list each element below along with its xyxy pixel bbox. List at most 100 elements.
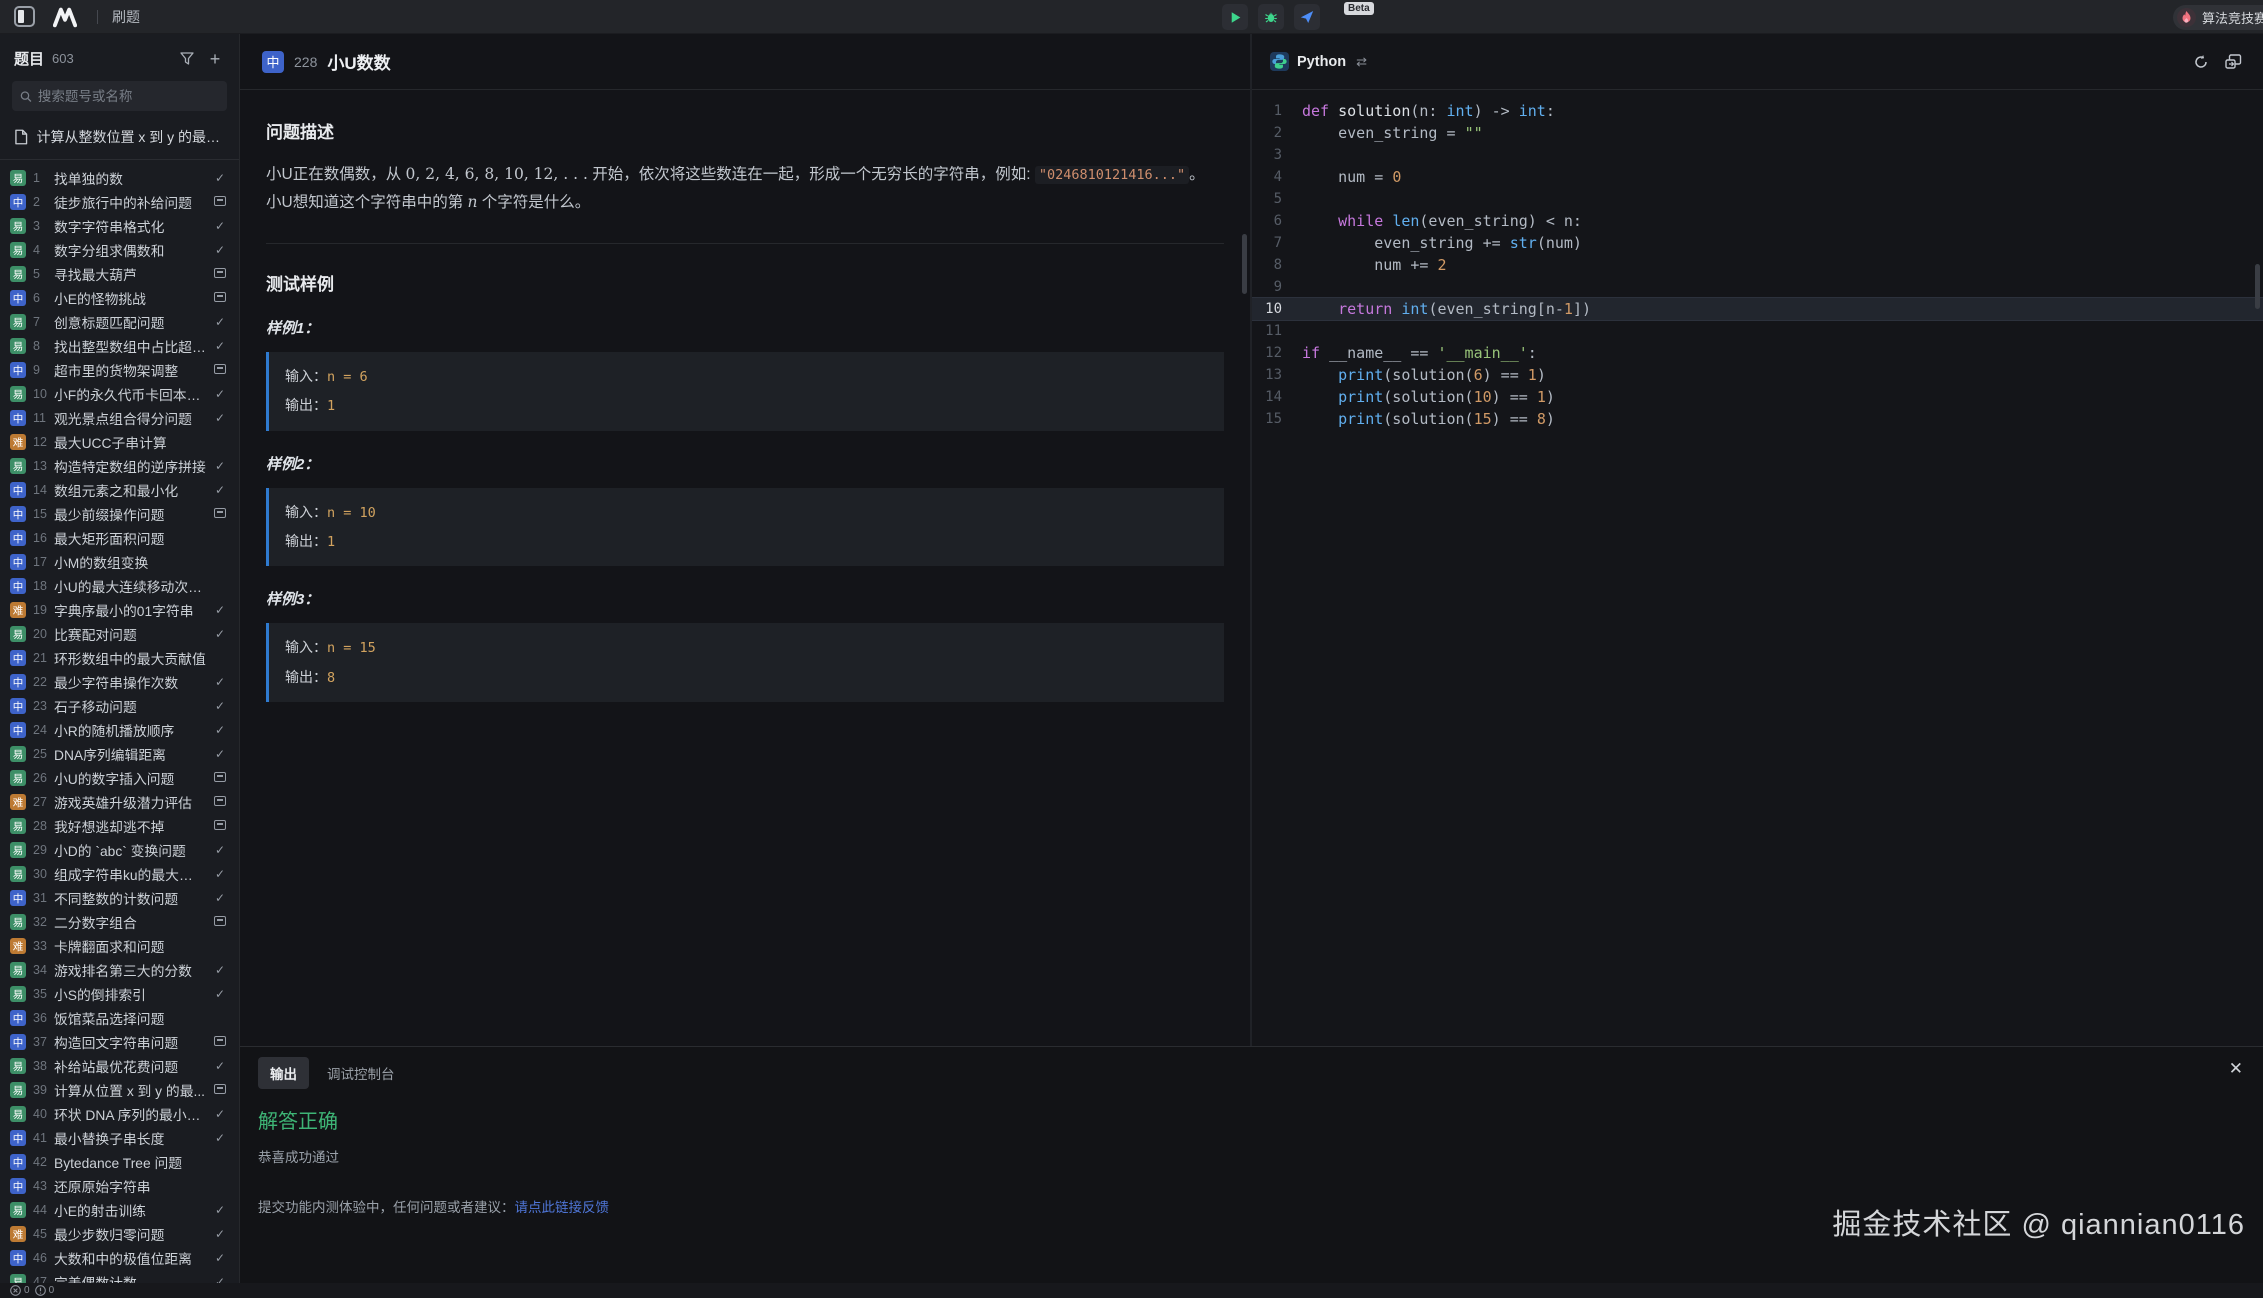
list-item[interactable]: 易38补给站最优花费问题✓ [0,1054,239,1078]
warnings-counter[interactable]: 0 [35,1285,55,1296]
list-item[interactable]: 易34游戏排名第三大的分数✓ [0,958,239,982]
list-item[interactable]: 中36饭馆菜品选择问题 [0,1006,239,1030]
code-line[interactable]: 11 [1252,320,2263,342]
list-item[interactable]: 中43还原原始字符串 [0,1174,239,1198]
list-item[interactable]: 易28我好想逃却逃不掉 [0,814,239,838]
list-item[interactable]: 难19字典序最小的01字符串✓ [0,598,239,622]
difficulty-badge: 易 [10,770,26,786]
pinned-problem[interactable]: 计算从整数位置 x 到 y 的最少... [0,119,239,155]
errors-counter[interactable]: 0 [10,1285,30,1296]
list-item[interactable]: 易26小U的数字插入问题 [0,766,239,790]
code-line[interactable]: 5 [1252,188,2263,210]
search-input[interactable] [38,89,219,104]
list-item[interactable]: 中42Bytedance Tree 问题 [0,1150,239,1174]
list-item[interactable]: 难33卡牌翻面求和问题 [0,934,239,958]
code-line[interactable]: 2 even_string = "" [1252,122,2263,144]
code-token: "" [1465,122,1483,144]
list-item[interactable]: 难12最大UCC子串计算 [0,430,239,454]
feedback-link[interactable]: 请点此链接反馈 [515,1200,610,1215]
code-line[interactable]: 3 [1252,144,2263,166]
list-item[interactable]: 中9超市里的货物架调整 [0,358,239,382]
list-item[interactable]: 难27游戏英雄升级潜力评估 [0,790,239,814]
close-icon[interactable]: ✕ [2229,1059,2243,1079]
list-item[interactable]: 中37构造回文字符串问题 [0,1030,239,1054]
code-token: return [1338,298,1401,320]
problem-number: 38 [33,1059,47,1073]
list-item[interactable]: 易40环状 DNA 序列的最小表...✓ [0,1102,239,1126]
debug-button[interactable] [1258,4,1284,30]
list-item[interactable]: 易44小E的射击训练✓ [0,1198,239,1222]
list-item[interactable]: 中2徒步旅行中的补给问题 [0,190,239,214]
list-item[interactable]: 易39计算从位置 x 到 y 的最... [0,1078,239,1102]
problem-scrollbar[interactable] [1242,234,1247,294]
list-item[interactable]: 易4数字分组求偶数和✓ [0,238,239,262]
tab-debug-console[interactable]: 调试控制台 [315,1057,407,1089]
reset-code-icon[interactable] [2189,50,2213,74]
solved-check-icon: ✓ [213,1059,227,1073]
list-item[interactable]: 易20比赛配对问题✓ [0,622,239,646]
code-area[interactable]: 1def solution(n: int) -> int:2 even_stri… [1252,90,2263,430]
list-item[interactable]: 易8找出整型数组中占比超过...✓ [0,334,239,358]
difficulty-badge: 易 [10,818,26,834]
list-item[interactable]: 易5寻找最大葫芦 [0,262,239,286]
code-line[interactable]: 7 even_string += str(num) [1252,232,2263,254]
list-item[interactable]: 中46大数和中的极值位距离✓ [0,1246,239,1270]
list-item[interactable]: 易3数字字符串格式化✓ [0,214,239,238]
code-line[interactable]: 9 [1252,276,2263,298]
app-tab-label[interactable]: 刷题 [112,7,140,27]
add-problem-icon[interactable]: + [205,49,225,69]
list-item[interactable]: 易30组成字符串ku的最大次数✓ [0,862,239,886]
difficulty-badge: 难 [10,1226,26,1242]
code-line[interactable]: 15 print(solution(15) == 8) [1252,408,2263,430]
list-item[interactable]: 中6小E的怪物挑战 [0,286,239,310]
tab-output[interactable]: 输出 [258,1057,309,1089]
solved-check-icon: ✓ [213,171,227,185]
editor-scrollbar[interactable] [2255,264,2260,309]
list-item[interactable]: 易7创意标题匹配问题✓ [0,310,239,334]
code-line[interactable]: 10 return int(even_string[n-1]) [1252,298,2263,320]
list-item[interactable]: 中22最少字符串操作次数✓ [0,670,239,694]
contest-pill[interactable]: 算法竞技赛 [2173,5,2263,30]
list-item[interactable]: 易25DNA序列编辑距离✓ [0,742,239,766]
list-item[interactable]: 中14数组元素之和最小化✓ [0,478,239,502]
bug-icon [1264,10,1278,24]
layout-split-icon[interactable] [2221,50,2245,74]
run-button[interactable] [1222,4,1248,30]
code-line[interactable]: 8 num += 2 [1252,254,2263,276]
output-tabs: 输出 调试控制台 [258,1057,2245,1089]
filter-icon[interactable] [177,49,197,69]
list-item[interactable]: 易35小S的倒排索引✓ [0,982,239,1006]
code-line[interactable]: 13 print(solution(6) == 1) [1252,364,2263,386]
list-item[interactable]: 中11观光景点组合得分问题✓ [0,406,239,430]
code-line[interactable]: 1def solution(n: int) -> int: [1252,100,2263,122]
problem-title: 小E的射击训练 [54,1200,206,1220]
code-line[interactable]: 6 while len(even_string) < n: [1252,210,2263,232]
list-item[interactable]: 中15最少前缀操作问题 [0,502,239,526]
list-item[interactable]: 易13构造特定数组的逆序拼接✓ [0,454,239,478]
list-item[interactable]: 中16最大矩形面积问题 [0,526,239,550]
difficulty-badge: 易 [10,242,26,258]
code-token: ) == [1492,386,1537,408]
code-line[interactable]: 14 print(solution(10) == 1) [1252,386,2263,408]
language-switch-icon[interactable]: ⇄ [1356,54,1367,70]
list-item[interactable]: 中23石子移动问题✓ [0,694,239,718]
solved-check-icon: ✓ [213,1131,227,1145]
list-item[interactable]: 易1找单独的数✓ [0,166,239,190]
code-line[interactable]: 12if __name__ == '__main__': [1252,342,2263,364]
marscode-logo[interactable] [53,6,77,28]
list-item[interactable]: 中18小U的最大连续移动次数问题 [0,574,239,598]
list-item[interactable]: 中41最小替换子串长度✓ [0,1126,239,1150]
list-item[interactable]: 中17小M的数组变换 [0,550,239,574]
draft-icon [214,796,226,806]
code-line[interactable]: 4 num = 0 [1252,166,2263,188]
list-item[interactable]: 易47完美偶数计数✓ [0,1270,239,1283]
sidebar-toggle-icon[interactable] [14,6,35,27]
list-item[interactable]: 易29小D的 `abc` 变换问题✓ [0,838,239,862]
list-item[interactable]: 中24小R的随机播放顺序✓ [0,718,239,742]
list-item[interactable]: 易10小F的永久代币卡回本计划✓ [0,382,239,406]
list-item[interactable]: 易32二分数字组合 [0,910,239,934]
submit-button[interactable] [1294,4,1320,30]
list-item[interactable]: 中21环形数组中的最大贡献值 [0,646,239,670]
list-item[interactable]: 难45最少步数归零问题✓ [0,1222,239,1246]
list-item[interactable]: 中31不同整数的计数问题✓ [0,886,239,910]
